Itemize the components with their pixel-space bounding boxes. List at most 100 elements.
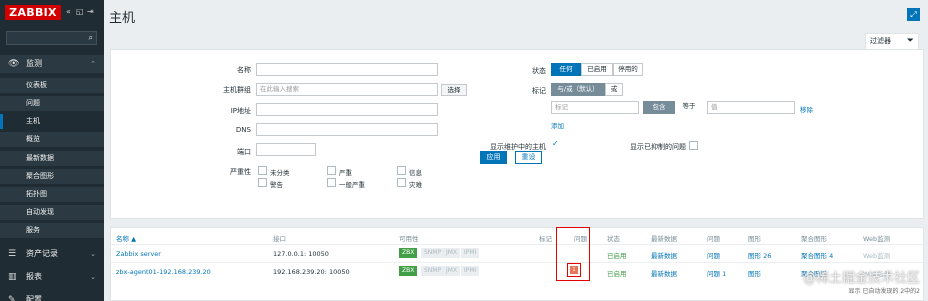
graphs-link[interactable]: 图形 26 [748,250,771,260]
filter-icon: ⏷ [906,36,914,46]
col-interface: 接口 [273,235,286,243]
menu-monitoring[interactable]: 👁 监测 ⌃ [0,55,104,73]
col-latest-data: 最新数据 [651,235,677,243]
web-link[interactable]: Web监测 [863,250,890,260]
col-name[interactable]: 名称 ▲ [116,233,136,243]
graphs-link[interactable]: 图形 [748,268,761,278]
header-separator [111,244,923,245]
severity-not-classified-label: 未分类 [270,169,290,177]
tag-contains-option[interactable]: 包含 [643,101,675,114]
submenu-latest-data[interactable]: 最新数据 [0,151,104,166]
watermark-text: @稀土掘金技术社区 [802,271,920,286]
apply-button[interactable]: 应用 [480,151,507,164]
ipmi-badge: IPMI [461,266,480,276]
select-hostgroups-button[interactable]: 选择 [441,84,467,96]
problem-severity-badge[interactable]: 1 [570,266,578,274]
jmx-badge: JMX [443,266,461,276]
menu-inventory[interactable]: ☰ 资产记录 ⌄ [0,245,104,263]
status-any-option[interactable]: 任何 [551,63,581,76]
problems-link[interactable]: 问题 1 [707,268,726,278]
latest-data-link[interactable]: 最新数据 [651,250,677,260]
kiosk-mode-button[interactable]: ⤢ [907,8,920,21]
submenu-screens[interactable]: 聚合图形 [0,169,104,184]
jmx-badge: JMX [443,248,461,258]
dns-label: DNS [235,126,251,134]
filter-tab[interactable]: 过滤器 ⏷ [865,33,919,49]
submenu-services[interactable]: 服务 [0,223,104,238]
port-input[interactable] [256,143,316,156]
tag-name-input[interactable]: 标记 [551,101,639,114]
tag-equals-option[interactable]: 等于 [675,101,703,114]
eye-icon: 👁 [8,59,20,69]
host-name-link[interactable]: zbx-agent01-192.168.239.20 [116,268,211,276]
hosts-table: 名称 ▲ 接口 可用性 标记 问题 状态 最新数据 问题 图形 聚合图形 Web… [110,227,924,301]
host-interface: 127.0.0.1: 10050 [273,250,329,258]
row-separator [111,262,923,263]
submenu-dashboard[interactable]: 仪表板 [0,78,104,93]
sidebar: ZABBIX « ◱ ⇥ ⌕ 👁 监测 ⌃ 仪表板 问题 主机 概览 最新数据 … [0,0,104,301]
list-icon: ☰ [8,249,17,259]
tag-remove-link[interactable]: 移除 [800,104,813,114]
zabbix-logo[interactable]: ZABBIX [5,5,61,20]
menu-monitoring-label: 监测 [26,59,42,68]
submenu-overview[interactable]: 概览 [0,132,104,147]
severity-high-checkbox[interactable] [327,166,336,175]
port-label: 端口 [237,148,251,156]
name-label: 名称 [237,66,251,74]
submenu-discovery[interactable]: 自动发现 [0,205,104,220]
name-input[interactable] [256,63,438,76]
page-title: 主机 [109,11,136,26]
chevron-down-icon: ⌄ [90,273,96,281]
col-problems-link: 问题 [707,235,720,243]
kiosk-small-icon[interactable]: ◱ [76,7,84,17]
screens-link[interactable]: 聚合图形 4 [801,250,833,260]
maintenance-checkbox[interactable]: ✓ [552,139,559,148]
filter-panel: 名称 主机群组 在此输入搜索 选择 IP地址 DNS 端口 严重性 未分类 警告… [110,49,924,219]
tag-value-input[interactable]: 值 [707,101,795,114]
ipmi-badge: IPMI [461,248,480,258]
menu-reports[interactable]: ▥ 报表 ⌄ [0,268,104,286]
host-status-link[interactable]: 已启用 [607,268,627,278]
host-status-link[interactable]: 已启用 [607,250,627,260]
search-icon[interactable]: ⌕ [89,33,93,43]
menu-configuration[interactable]: ✎ 配置 [0,291,104,301]
menu-configuration-label: 配置 [26,295,42,301]
host-name-link[interactable]: Zabbix server [116,250,161,258]
severity-average-label: 一般严重 [339,181,365,189]
dns-input[interactable] [256,123,438,136]
tag-add-link[interactable]: 添加 [551,120,564,130]
submenu-maps[interactable]: 拓扑图 [0,187,104,202]
sidebar-search-input[interactable]: ⌕ [6,31,97,45]
hostgroups-input[interactable]: 在此输入搜索 [256,83,438,96]
severity-not-classified-checkbox[interactable] [258,166,267,175]
severity-information-label: 信息 [409,169,422,177]
tags-or-option[interactable]: 或 [605,83,623,96]
severity-disaster-checkbox[interactable] [397,178,406,187]
watermark: @稀土掘金技术社区 显示 已自动发现的 2中的2 [803,267,920,295]
zbx-badge: ZBX [399,266,418,276]
col-status: 状态 [607,235,620,243]
status-enabled-option[interactable]: 已启用 [581,63,613,76]
collapse-icon[interactable]: « [66,7,71,17]
menu-inventory-label: 资产记录 [26,249,58,258]
severity-high-label: 严重 [339,169,352,177]
reset-button[interactable]: 重设 [515,151,542,164]
severity-warning-checkbox[interactable] [258,178,267,187]
status-disabled-option[interactable]: 停用的 [613,63,643,76]
tags-label: 标记 [532,87,546,95]
chevron-down-icon: ⌄ [90,250,96,258]
severity-information-checkbox[interactable] [397,166,406,175]
suppressed-checkbox[interactable] [689,141,698,150]
tags-and-or-option[interactable]: 与/或（默认） [551,83,605,96]
latest-data-link[interactable]: 最新数据 [651,268,677,278]
problems-link[interactable]: 问题 [707,250,720,260]
severity-average-checkbox[interactable] [327,178,336,187]
filter-tab-label: 过滤器 [870,37,891,45]
fullscreen-icon: ⤢ [910,10,917,19]
sidebar-hide-icon[interactable]: ⇥ [87,7,94,17]
ip-input[interactable] [256,103,438,116]
host-interface: 192.168.239.20: 10050 [273,268,350,276]
chevron-up-icon: ⌃ [90,60,96,68]
submenu-problems[interactable]: 问题 [0,96,104,111]
submenu-hosts[interactable]: 主机 [0,114,104,129]
